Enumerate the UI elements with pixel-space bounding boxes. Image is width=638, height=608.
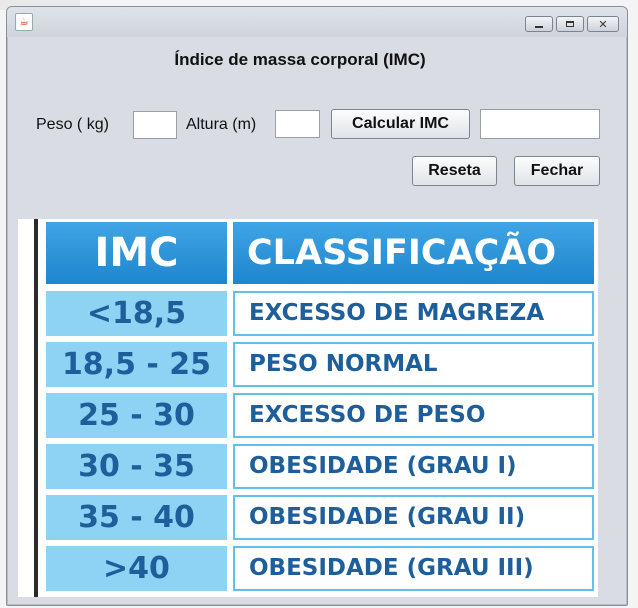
reseta-button[interactable]: Reseta	[412, 156, 497, 186]
minimize-icon	[535, 25, 543, 28]
table-row: 25 - 30 EXCESSO DE PESO	[46, 393, 594, 438]
classificacao: EXCESSO DE MAGREZA	[233, 291, 594, 336]
classificacao: EXCESSO DE PESO	[233, 393, 594, 438]
peso-input[interactable]	[133, 111, 177, 139]
imc-range: >40	[46, 546, 227, 591]
maximize-button[interactable]	[556, 16, 584, 32]
imc-range: 30 - 35	[46, 444, 227, 489]
java-cup-icon: ☕	[15, 13, 33, 31]
result-field[interactable]	[480, 109, 600, 139]
classificacao: PESO NORMAL	[233, 342, 594, 387]
header-classificacao: CLASSIFICAÇÃO	[233, 222, 594, 284]
imc-classification-image: IMC CLASSIFICAÇÃO <18,5 EXCESSO DE MAGRE…	[18, 219, 598, 597]
peso-label: Peso ( kg)	[36, 116, 109, 133]
table-left-edge	[34, 219, 38, 597]
calcular-imc-button[interactable]: Calcular IMC	[331, 109, 470, 139]
close-window-button[interactable]: ✕	[587, 16, 619, 32]
classificacao: OBESIDADE (GRAU II)	[233, 495, 594, 540]
form-title: Índice de massa corporal (IMC)	[174, 50, 426, 69]
table-row: 18,5 - 25 PESO NORMAL	[46, 342, 594, 387]
table-row: >40 OBESIDADE (GRAU III)	[46, 546, 594, 591]
imc-range: 18,5 - 25	[46, 342, 227, 387]
close-icon: ✕	[598, 17, 608, 31]
table-row: <18,5 EXCESSO DE MAGREZA	[46, 291, 594, 336]
imc-window: ☕ ✕ Índice de massa corporal (IMC) Peso …	[6, 6, 628, 606]
imc-range: 35 - 40	[46, 495, 227, 540]
table-row: 35 - 40 OBESIDADE (GRAU II)	[46, 495, 594, 540]
maximize-icon	[566, 21, 574, 27]
imc-range: 25 - 30	[46, 393, 227, 438]
imc-range: <18,5	[46, 291, 227, 336]
table-row: 30 - 35 OBESIDADE (GRAU I)	[46, 444, 594, 489]
table-header-row: IMC CLASSIFICAÇÃO	[46, 222, 594, 284]
altura-label: Altura (m)	[186, 116, 257, 133]
classificacao: OBESIDADE (GRAU III)	[233, 546, 594, 591]
fechar-button[interactable]: Fechar	[514, 156, 600, 186]
minimize-button[interactable]	[525, 16, 553, 32]
title-bar[interactable]: ☕ ✕	[7, 7, 627, 37]
classificacao: OBESIDADE (GRAU I)	[233, 444, 594, 489]
altura-input[interactable]	[275, 110, 320, 138]
header-imc: IMC	[46, 222, 227, 284]
